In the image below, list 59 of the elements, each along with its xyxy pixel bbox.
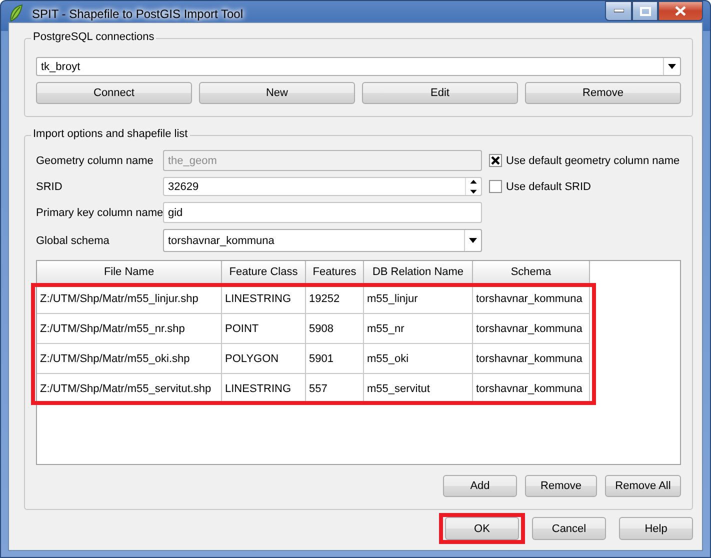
group-title: Import options and shapefile list [31, 128, 190, 140]
column-header[interactable]: Features [306, 261, 364, 284]
column-header[interactable]: Schema [473, 261, 590, 284]
table-cell: Z:/UTM/Shp/Matr/m55_nr.shp [37, 314, 222, 344]
table-cell: 557 [306, 374, 364, 404]
checkbox-label: Use default geometry column name [506, 154, 680, 166]
field-label: Global schema [36, 234, 110, 246]
table-cell: 5908 [306, 314, 364, 344]
table-cell: torshavnar_kommuna [473, 284, 590, 314]
table-cell: Z:/UTM/Shp/Matr/m55_linjur.shp [37, 284, 222, 314]
dialog-button[interactable]: Help [619, 517, 693, 540]
table-cell: POINT [222, 314, 306, 344]
table-cell: 19252 [306, 284, 364, 314]
table-cell: Z:/UTM/Shp/Matr/m55_servitut.shp [37, 374, 222, 404]
group-title: PostgreSQL connections [31, 31, 156, 43]
field-label: Primary key column name [36, 206, 163, 218]
checkbox-label: Use default SRID [506, 180, 591, 192]
connection-button[interactable]: Edit [362, 82, 518, 104]
column-header[interactable]: DB Relation Name [364, 261, 473, 284]
input-field[interactable]: gid [163, 202, 482, 223]
maximize-icon [640, 6, 650, 16]
dialog-button[interactable]: OK [445, 517, 519, 540]
table-cell: torshavnar_kommuna [473, 314, 590, 344]
column-header[interactable]: File Name [37, 261, 222, 284]
srid-spinbox[interactable]: 32629 [163, 177, 482, 196]
table-cell: 5901 [306, 344, 364, 374]
table-cell: torshavnar_kommuna [473, 344, 590, 374]
table-cell: m55_oki [364, 344, 473, 374]
close-icon [675, 6, 686, 16]
table-cell: m55_linjur [364, 284, 473, 314]
leaf-icon [8, 4, 24, 22]
schema-dropdown[interactable]: torshavnar_kommuna [163, 229, 482, 252]
checkbox[interactable] [489, 180, 502, 193]
close-button[interactable] [658, 1, 703, 21]
dialog-button[interactable]: Cancel [532, 517, 606, 540]
minimize-icon [614, 9, 624, 13]
table-cell: POLYGON [222, 344, 306, 374]
table-cell: LINESTRING [222, 284, 306, 314]
column-header[interactable]: Feature Class [222, 261, 306, 284]
list-button[interactable]: Add [443, 475, 517, 497]
field-label: SRID [36, 180, 64, 192]
maximize-button[interactable] [632, 1, 658, 21]
table-cell: m55_servitut [364, 374, 473, 404]
table-cell: Z:/UTM/Shp/Matr/m55_oki.shp [37, 344, 222, 374]
connection-dropdown[interactable]: tk_broyt [36, 57, 681, 76]
field-label: Geometry column name [36, 154, 154, 166]
list-button[interactable]: Remove [525, 475, 597, 497]
minimize-button[interactable] [605, 1, 632, 21]
table-cell: torshavnar_kommuna [473, 374, 590, 404]
connection-button[interactable]: Connect [36, 82, 192, 104]
window-title: SPIT - Shapefile to PostGIS Import Tool [32, 7, 243, 21]
list-button[interactable]: Remove All [605, 475, 681, 497]
connection-button[interactable]: New [199, 82, 355, 104]
table-cell: LINESTRING [222, 374, 306, 404]
check-icon [491, 156, 500, 165]
dropdown-arrow-icon [469, 238, 477, 243]
table-cell: m55_nr [364, 314, 473, 344]
connection-button[interactable]: Remove [525, 82, 681, 104]
dropdown-arrow-icon [668, 64, 676, 69]
